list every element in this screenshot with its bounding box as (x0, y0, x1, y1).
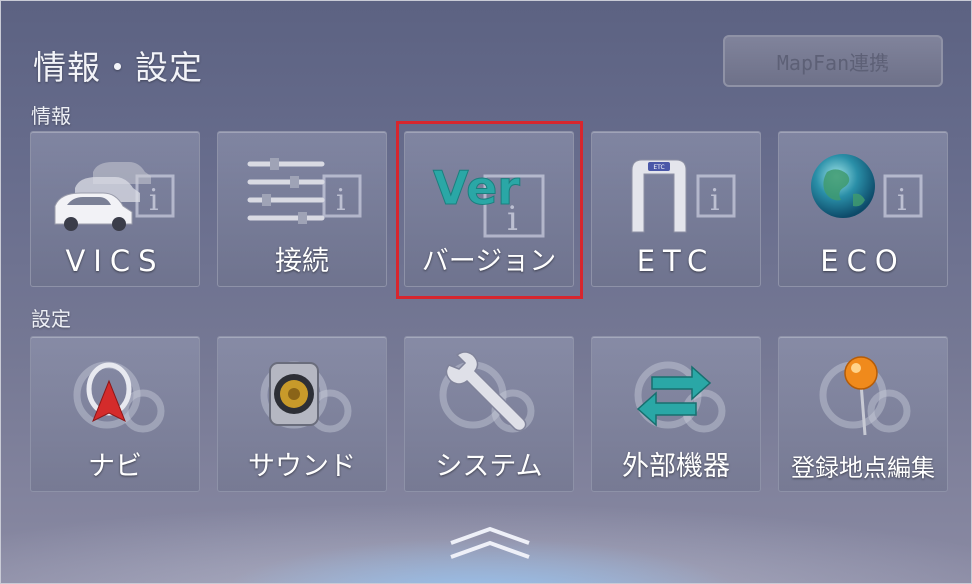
tile-vics-label: VICS (65, 244, 165, 278)
etc-gate-icon: i ETC (631, 159, 736, 233)
section-label-info: 情報 (31, 104, 71, 128)
screen: 情報・設定 MapFan連携 情報 i VICS i 接続 i Ver バージョ… (0, 0, 972, 584)
tile-navi-label: ナビ (88, 451, 142, 482)
tile-system[interactable]: システム (404, 336, 574, 492)
svg-text:ETC: ETC (653, 164, 664, 171)
mapfan-link-button[interactable]: MapFan連携 (723, 35, 943, 87)
tile-navi[interactable]: ナビ (30, 336, 200, 492)
tile-eco[interactable]: i ECO (778, 131, 948, 287)
tile-external-devices[interactable]: 外部機器 (591, 336, 761, 492)
tile-sound-label: サウンド (248, 451, 356, 482)
svg-text:i: i (897, 183, 907, 218)
vics-cars-icon: i (54, 162, 175, 231)
connection-sliders-icon: i (247, 158, 362, 224)
tile-connection-label: 接続 (275, 246, 329, 277)
map-pin-icon (819, 356, 911, 436)
svg-text:i: i (336, 183, 346, 218)
tile-registered-points-label: 登録地点編集 (791, 454, 935, 482)
eco-globe-icon: i (811, 154, 923, 218)
tile-vics[interactable]: i VICS (30, 131, 200, 287)
navi-compass-icon (73, 361, 165, 433)
svg-text:i: i (710, 183, 720, 218)
section-label-settings: 設定 (31, 307, 71, 331)
tile-sound[interactable]: サウンド (217, 336, 387, 492)
selection-highlight (396, 121, 583, 299)
tile-connection[interactable]: i 接続 (217, 131, 387, 287)
page-title: 情報・設定 (33, 48, 203, 87)
svg-text:i: i (149, 183, 159, 218)
tile-external-devices-label: 外部機器 (622, 451, 730, 482)
speaker-icon (260, 361, 352, 433)
external-device-arrows-icon (634, 361, 726, 433)
tile-registered-points[interactable]: 登録地点編集 (778, 336, 948, 492)
wrench-icon (439, 351, 535, 433)
tile-system-label: システム (435, 451, 543, 482)
chevron-up-icon[interactable] (447, 523, 533, 563)
tile-eco-label: ECO (820, 244, 906, 278)
tile-etc-label: ETC (636, 244, 716, 278)
tile-etc[interactable]: i ETC ETC (591, 131, 761, 287)
